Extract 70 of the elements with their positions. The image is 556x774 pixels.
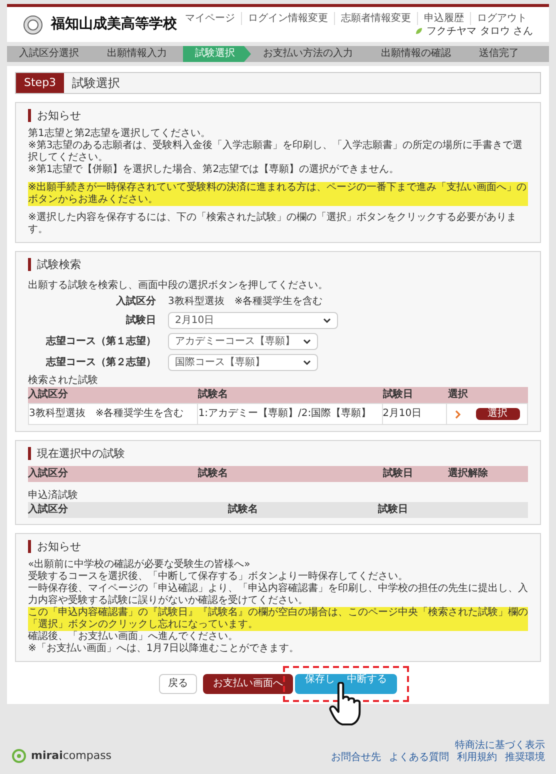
nav-link[interactable]: マイページ: [179, 12, 241, 24]
table-caption: 検索された試験: [28, 375, 99, 387]
column-header: 試験日: [383, 468, 413, 479]
step-item: 試験選択: [183, 46, 251, 62]
notice-text: ※出願手続きが一時保存されていて受験料の決済に進まれる方は、ページの一番下まで進み「支払い画面へ」のボタンからお進みください。: [28, 182, 528, 206]
table-cell: 2月10日: [382, 408, 422, 419]
notice-text: 第1志望と第2志望を選択してください。: [28, 128, 211, 140]
title-accent: [28, 258, 31, 271]
notice-text: 一時保存後、マイページの「申込確認」より、「申込内容確認書」を印刷し、中学校の担任の先生に提出し、入力内容や受験する試験に誤りがないか確認を受けてください。: [28, 583, 528, 606]
chevron-down-icon: [303, 360, 311, 366]
column-header: 試験日: [378, 504, 408, 515]
column-header: 試験名: [198, 468, 228, 479]
school-name: 福知山成美高等学校: [51, 14, 177, 34]
footer-link[interactable]: よくある質問: [389, 752, 449, 764]
compass-logo-icon: [11, 748, 27, 764]
leaf-icon: [414, 27, 423, 35]
chevron-down-icon: [303, 338, 311, 344]
table-caption: 申込済試験: [28, 490, 79, 502]
notice-text: ※第3志望のある志願者は、受験料入金後「入学志願書」を印刷し、「入学志願書」の所定の場所に手書きで選択してください。: [28, 140, 524, 164]
brand-name: miraicompass: [31, 750, 112, 762]
nav-link[interactable]: 申込履歴: [417, 12, 470, 24]
user-name: フクチヤマ タロウ さん: [426, 24, 533, 38]
nav-link[interactable]: ログアウト: [470, 12, 533, 24]
select-field[interactable]: 国際コース【専願】: [168, 354, 318, 371]
title-accent: [28, 109, 31, 122]
footer-link[interactable]: 特商法に基づく表示: [455, 740, 545, 752]
section-title: 現在選択中の試験: [37, 448, 125, 460]
title-accent: [28, 540, 31, 553]
footer-link[interactable]: 利用規約: [457, 752, 497, 764]
table-cell: 3教科型選抜 ※各種奨学生を含む: [29, 408, 184, 419]
payment-button[interactable]: お支払い画面へ: [203, 674, 293, 694]
notice-text: ※第1志望で【併願】を選択した場合、第2志望では【専願】の選択ができません。: [28, 164, 400, 176]
step-badge: Step3: [16, 73, 64, 93]
instruction-text: 出願する試験を検索し、画面中段の選択ボタンを押してください。: [28, 280, 328, 291]
footer-link[interactable]: 推奨環境: [505, 752, 545, 764]
page-title: 試験選択: [72, 77, 120, 89]
column-header: 試験日: [383, 389, 413, 400]
field-label: 試験日: [126, 314, 156, 326]
section-title: お知らせ: [37, 540, 81, 552]
notice-text: ※「お支払い画面」へは、1月7日以降進むことができます。: [28, 643, 300, 655]
section-title: 試験検索: [37, 258, 81, 270]
column-header: 入試区分: [28, 389, 68, 400]
select-button[interactable]: 選択: [476, 408, 520, 420]
nav-link[interactable]: ログイン情報変更: [241, 12, 334, 24]
notice-text: この「申込内容確認書」の『試験日』『試験名』の欄が空白の場合は、このページ中央「検索された試験」欄の「選択」ボタンのクリックし忘れになっています。: [28, 607, 528, 631]
nav-link[interactable]: 志願者情報変更: [334, 12, 417, 24]
back-button[interactable]: 戻る: [159, 674, 197, 694]
field-label: 志望コース（第２志望）: [46, 356, 156, 368]
column-header: 試験名: [198, 389, 228, 400]
select-field[interactable]: アカデミーコース【専願】: [168, 333, 318, 350]
table-cell: 1:アカデミー【専願】/2:国際【専願】: [198, 408, 372, 419]
select-field[interactable]: 2月10日: [168, 312, 338, 329]
chevron-right-icon: [454, 410, 461, 418]
column-header: 試験名: [228, 504, 258, 515]
field-label: 志望コース（第１志望）: [46, 336, 156, 348]
field-label: 入試区分: [116, 296, 156, 308]
column-header: 入試区分: [28, 504, 68, 515]
section-title: お知らせ: [37, 110, 81, 122]
column-header: 選択: [448, 389, 468, 400]
column-header: 選択解除: [448, 468, 488, 479]
footer-link[interactable]: お問合せ先: [331, 752, 381, 764]
notice-text: 確認後、「お支払い画面」へ進んでください。: [28, 631, 238, 642]
title-accent: [28, 447, 31, 460]
notice-text: 受験するコースを選択後、「中断して保存する」ボタンより一時保存してください。: [28, 571, 408, 582]
notice-text: ※選択した内容を保存するには、下の「検索された試験」の欄の「選択」ボタンをクリックする必要があります。: [28, 212, 518, 236]
column-header: 入試区分: [28, 468, 68, 479]
notice-text: «出願前に中学校の確認が必要な受験生の皆様へ»: [28, 559, 250, 570]
field-value: 3教科型選抜 ※各種奨学生を含む: [168, 296, 323, 308]
school-emblem-icon: [23, 14, 43, 34]
chevron-down-icon: [323, 318, 331, 324]
